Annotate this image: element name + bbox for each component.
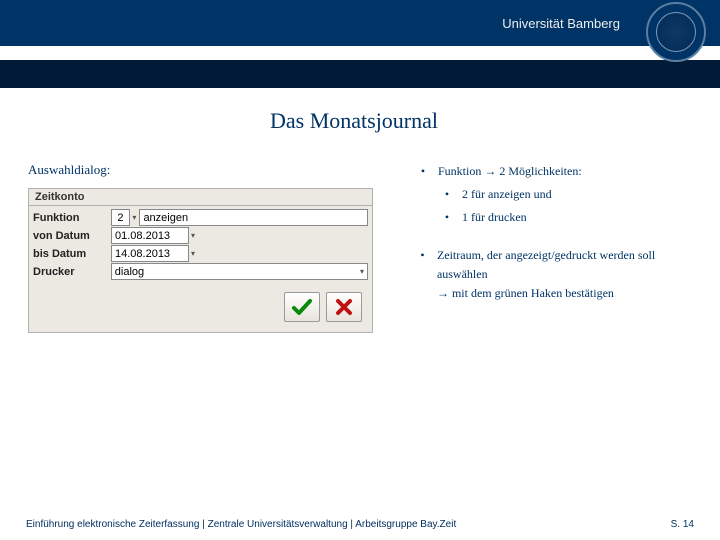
drucker-value: dialog [115, 266, 144, 278]
cancel-button[interactable] [326, 292, 362, 322]
bullet-zeitraum-tail: mit dem grünen Haken bestätigen [452, 286, 614, 300]
check-icon [291, 297, 313, 317]
close-icon [334, 297, 354, 317]
dropdown-icon[interactable]: ▾ [191, 231, 195, 240]
funktion-field[interactable]: 2 [111, 209, 131, 226]
page-number: S. 14 [671, 519, 694, 530]
von-datum-label: von Datum [33, 230, 111, 242]
description-text: • Funktion → 2 Möglichkeiten: •2 für anz… [418, 162, 680, 333]
bullet-funktion-tail: 2 Möglichkeiten: [499, 164, 581, 178]
sub-bullet-anzeigen: 2 für anzeigen und [462, 185, 552, 204]
confirm-button[interactable] [284, 292, 320, 322]
von-datum-value: 01.08.2013 [115, 230, 170, 242]
slide-footer: Einführung elektronische Zeiterfassung |… [0, 519, 720, 530]
bis-datum-label: bis Datum [33, 248, 111, 260]
footer-text: Einführung elektronische Zeiterfassung |… [26, 519, 456, 530]
dropdown-icon[interactable]: ▾ [191, 249, 195, 258]
bis-datum-value: 14.08.2013 [115, 248, 170, 260]
slide-header: Universität Bamberg [0, 0, 720, 60]
funktion-text: anzeigen [143, 212, 188, 224]
arrow-icon: → [484, 164, 496, 178]
header-band [0, 60, 720, 88]
dropdown-icon: ▾ [360, 267, 364, 276]
funktion-value: 2 [117, 212, 123, 224]
dialog-title: Zeitkonto [29, 189, 372, 206]
funktion-label: Funktion [33, 212, 111, 224]
arrow-icon: → [437, 286, 449, 300]
bis-datum-field[interactable]: 14.08.2013 [111, 245, 189, 262]
drucker-label: Drucker [33, 266, 111, 278]
dropdown-icon[interactable]: ▾ [132, 213, 136, 222]
von-datum-field[interactable]: 01.08.2013 [111, 227, 189, 244]
dialog-caption: Auswahldialog: [28, 162, 398, 178]
university-seal [646, 2, 706, 62]
funktion-text-field[interactable]: anzeigen [139, 209, 368, 226]
drucker-field[interactable]: dialog ▾ [111, 263, 368, 280]
bullet-funktion: Funktion [438, 164, 481, 178]
university-name: Universität Bamberg [502, 16, 620, 31]
page-title: Das Monatsjournal [28, 108, 680, 134]
zeitkonto-dialog: Zeitkonto Funktion 2 ▾ anzeigen von Datu… [28, 188, 373, 333]
bullet-zeitraum: Zeitraum, der angezeigt/gedruckt werden … [437, 248, 655, 281]
sub-bullet-drucken: 1 für drucken [462, 208, 527, 227]
